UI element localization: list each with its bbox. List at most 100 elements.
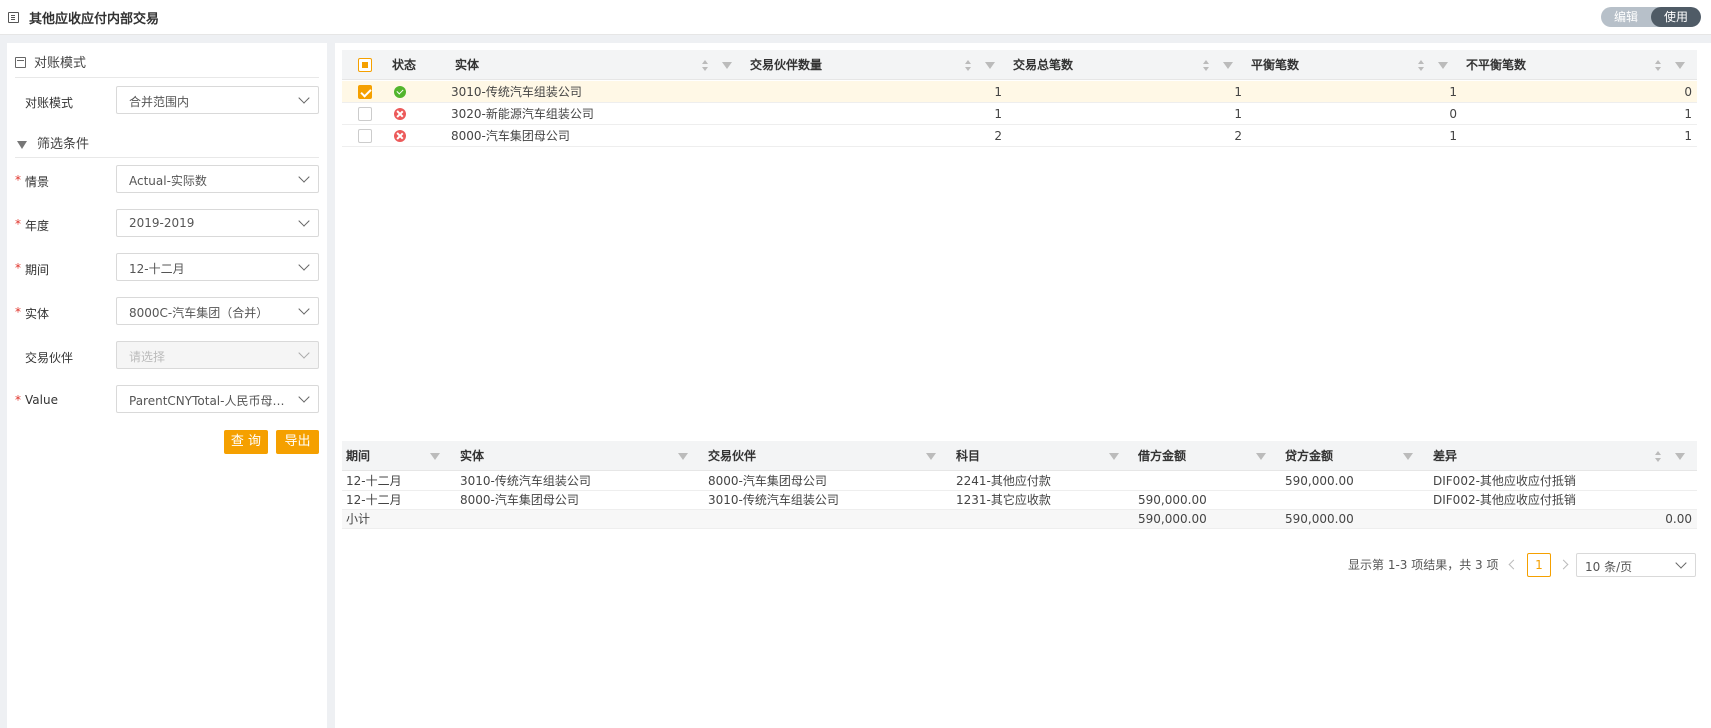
col-partner-count: 交易伙伴数量 <box>750 58 823 72</box>
required-mark: * <box>15 305 21 319</box>
subtotal-credit: 590,000.00 <box>1285 512 1354 526</box>
chevron-down-icon <box>298 391 310 403</box>
chevron-down-icon <box>298 347 310 359</box>
filter-icon[interactable] <box>985 62 995 69</box>
select-all-checkbox[interactable] <box>358 58 372 72</box>
diff-cell: DIF002-其他应收应付抵销 <box>1433 493 1576 507</box>
filter-icon <box>17 141 27 149</box>
query-button[interactable]: 查 询 <box>224 430 268 454</box>
required-mark: * <box>15 261 21 275</box>
mode-use-option[interactable]: 使用 <box>1651 7 1701 27</box>
unbalanced-count-cell: 1 <box>1684 129 1692 143</box>
page-title: 其他应收应付内部交易 <box>29 12 160 27</box>
entity-label: * 实体 <box>15 305 50 321</box>
table-row[interactable]: 12-十二月 8000-汽车集团母公司 3010-传统汽车组装公司 1231-其… <box>342 491 1697 510</box>
period-select[interactable]: 12-十二月 <box>116 253 319 281</box>
partner-label: 交易伙伴 <box>25 351 74 365</box>
status-error-icon <box>394 130 406 142</box>
subtotal-row: 小计 590,000.00 590,000.00 0.00 <box>342 510 1697 529</box>
required-mark: * <box>15 173 21 187</box>
filter-icon[interactable] <box>1438 62 1448 69</box>
account-cell: 1231-其它应收款 <box>956 493 1051 507</box>
divider <box>15 157 319 158</box>
table-row[interactable]: 3010-传统汽车组装公司 1 1 1 0 <box>342 81 1697 103</box>
row-checkbox[interactable] <box>358 129 372 143</box>
sort-icon[interactable] <box>965 60 972 71</box>
sort-icon[interactable] <box>1418 60 1425 71</box>
filter-icon[interactable] <box>1675 62 1685 69</box>
export-button[interactable]: 导出 <box>276 430 319 454</box>
subtotal-label: 小计 <box>346 512 371 526</box>
balanced-count-cell: 0 <box>1449 107 1457 121</box>
required-mark: * <box>15 393 21 407</box>
value-select[interactable]: ParentCNYTotal-人民币母公... <box>116 385 319 413</box>
row-checkbox[interactable] <box>358 107 372 121</box>
entity-cell: 3010-传统汽车组装公司 <box>451 85 582 99</box>
partner-count-cell: 2 <box>994 129 1002 143</box>
value-label: * Value <box>15 393 58 407</box>
col-total-count: 交易总笔数 <box>1013 58 1074 72</box>
status-error-icon <box>394 108 406 120</box>
entity-value: 8000C-汽车集团（合并） <box>129 306 269 320</box>
col-period: 期间 <box>346 449 371 463</box>
sort-icon[interactable] <box>1655 60 1662 71</box>
total-count-cell: 1 <box>1234 85 1242 99</box>
filter-icon[interactable] <box>678 453 688 460</box>
col-entity: 实体 <box>455 58 480 72</box>
required-mark: * <box>15 217 21 231</box>
subtotal-diff: 0.00 <box>1665 512 1692 526</box>
partner-cell: 3010-传统汽车组装公司 <box>708 493 839 507</box>
period-label: * 期间 <box>15 261 50 277</box>
prev-page-icon[interactable] <box>1508 559 1519 570</box>
header-bar: 其他应收应付内部交易 编辑 使用 <box>0 0 1711 35</box>
page-size-select[interactable]: 10 条/页 <box>1576 553 1696 577</box>
pagination-summary: 显示第 1-3 项结果，共 3 项 <box>1348 558 1499 572</box>
chevron-down-icon <box>298 303 310 315</box>
sort-icon[interactable] <box>1203 60 1210 71</box>
sort-icon[interactable] <box>702 60 709 71</box>
mode-edit-option[interactable]: 编辑 <box>1601 7 1651 27</box>
row-checkbox[interactable] <box>358 85 372 99</box>
filter-icon[interactable] <box>926 453 936 460</box>
chevron-down-icon <box>298 259 310 271</box>
table-row[interactable]: 8000-汽车集团母公司 2 2 1 1 <box>342 125 1697 147</box>
col-account: 科目 <box>956 449 981 463</box>
scenario-select[interactable]: Actual-实际数 <box>116 165 319 193</box>
next-page-icon[interactable] <box>1558 559 1569 570</box>
table-row[interactable]: 12-十二月 3010-传统汽车组装公司 8000-汽车集团母公司 2241-其… <box>342 472 1697 491</box>
col-diff: 差异 <box>1433 449 1458 463</box>
scenario-value: Actual-实际数 <box>129 174 207 188</box>
partner-select[interactable]: 请选择 <box>116 341 319 369</box>
filter-section-title: 筛选条件 <box>37 137 90 152</box>
filter-icon[interactable] <box>1256 453 1266 460</box>
filter-icon[interactable] <box>430 453 440 460</box>
balanced-count-cell: 1 <box>1449 85 1457 99</box>
year-select[interactable]: 2019-2019 <box>116 209 319 237</box>
filter-icon[interactable] <box>1403 453 1413 460</box>
filter-icon[interactable] <box>1109 453 1119 460</box>
entity-cell: 3010-传统汽车组装公司 <box>460 474 591 488</box>
filter-icon[interactable] <box>1223 62 1233 69</box>
table-row[interactable]: 3020-新能源汽车组装公司 1 1 0 1 <box>342 103 1697 125</box>
scenario-label: * 情景 <box>15 173 50 189</box>
status-ok-icon <box>394 86 406 98</box>
year-value: 2019-2019 <box>129 216 195 230</box>
filter-icon[interactable] <box>1675 453 1685 460</box>
mode-toggle[interactable]: 编辑 使用 <box>1601 7 1701 27</box>
partner-cell: 8000-汽车集团母公司 <box>708 474 827 488</box>
recon-mode-select[interactable]: 合并范围内 <box>116 86 319 114</box>
sort-icon[interactable] <box>1655 451 1662 462</box>
credit-cell: 590,000.00 <box>1285 474 1354 488</box>
chevron-down-icon <box>298 215 310 227</box>
filter-icon[interactable] <box>722 62 732 69</box>
subtotal-debit: 590,000.00 <box>1138 512 1207 526</box>
filter-panel: 对账模式 对账模式 合并范围内 筛选条件 * 情景 Actual-实际数 * 年度 … <box>7 43 327 728</box>
page-number-1[interactable]: 1 <box>1527 553 1551 577</box>
detail-table-header: 期间 实体 交易伙伴 科目 借方金额 贷方金额 差异 <box>342 441 1697 471</box>
divider <box>15 77 319 78</box>
entity-select[interactable]: 8000C-汽车集团（合并） <box>116 297 319 325</box>
recon-mode-value: 合并范围内 <box>129 95 190 109</box>
col-entity: 实体 <box>460 449 485 463</box>
partner-placeholder: 请选择 <box>129 350 166 364</box>
filter-section: 筛选条件 <box>15 133 89 152</box>
